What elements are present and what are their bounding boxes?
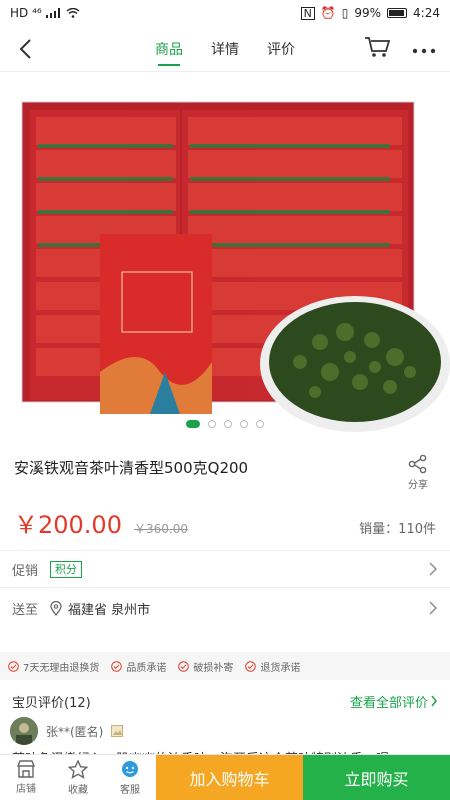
nfc-icon: N bbox=[300, 6, 315, 20]
carousel-dot[interactable] bbox=[186, 420, 200, 428]
customer-service-button[interactable]: 客服 bbox=[104, 755, 156, 800]
nav-actions bbox=[364, 36, 450, 62]
view-all-reviews-text: 查看全部评价 bbox=[349, 695, 428, 711]
reviews-title: 宝贝评价(12) bbox=[12, 695, 91, 711]
signal-icon bbox=[45, 8, 60, 18]
guarantee-item: 退货承诺 bbox=[245, 659, 300, 674]
guarantee-text: 7天无理由退换货 bbox=[23, 662, 100, 674]
favorite-label: 收藏 bbox=[68, 784, 88, 796]
share-button[interactable]: 分享 bbox=[400, 454, 436, 491]
promo-badge: 积分 bbox=[50, 560, 83, 578]
sales-count: 销量：110件 bbox=[359, 522, 436, 537]
nav-bar: 商品 详情 评价 bbox=[0, 26, 450, 72]
guarantee-item: 7天无理由退换货 bbox=[8, 659, 99, 674]
bottom-action-bar: 店铺 收藏 客服 加入购物车 立即购买 bbox=[0, 754, 450, 800]
carousel-dot[interactable] bbox=[208, 420, 216, 428]
check-circle-icon bbox=[8, 660, 19, 672]
add-to-cart-button[interactable]: 加入购物车 bbox=[156, 755, 303, 800]
reviews-header: 宝贝评价(12) 查看全部评价 bbox=[0, 686, 450, 716]
avatar bbox=[10, 717, 38, 745]
shop-label: 店铺 bbox=[16, 784, 36, 795]
cart-icon bbox=[365, 36, 391, 57]
guarantee-text: 退货承诺 bbox=[260, 662, 301, 674]
location-pin-icon bbox=[50, 600, 62, 616]
battery-icon bbox=[387, 8, 408, 18]
status-bar: HD ⁴⁶ N ⏰ ▯ 99% 4:24 bbox=[0, 0, 450, 26]
delivery-label: 送至 bbox=[12, 602, 39, 618]
guarantee-text: 破损补寄 bbox=[193, 662, 234, 674]
check-circle-icon bbox=[245, 660, 257, 672]
current-price: ￥200.00 bbox=[14, 511, 122, 539]
back-arrow-icon bbox=[19, 38, 31, 59]
signal-text: HD ⁴⁶ bbox=[10, 6, 42, 20]
product-title: 安溪铁观音茶叶清香型500克Q200 bbox=[14, 459, 249, 477]
status-left: HD ⁴⁶ bbox=[10, 6, 80, 20]
guarantees-bar[interactable]: 7天无理由退换货 品质承诺 破损补寄 退货承诺 bbox=[0, 652, 450, 680]
back-button[interactable] bbox=[0, 26, 50, 72]
tab-details[interactable]: 详情 bbox=[211, 26, 239, 72]
star-icon bbox=[68, 759, 88, 779]
carousel-dot[interactable] bbox=[224, 420, 232, 428]
battery-percent: 99% bbox=[354, 6, 382, 20]
cart-button[interactable] bbox=[364, 36, 391, 62]
vibrate-icon: ▯ bbox=[341, 6, 349, 20]
original-price: ￥360.00 bbox=[133, 522, 188, 536]
delivery-location-text: 福建省 泉州市 bbox=[68, 602, 151, 618]
customer-service-label: 客服 bbox=[120, 784, 140, 796]
delivery-row[interactable]: 送至 福建省 泉州市 bbox=[0, 588, 450, 628]
clock: 4:24 bbox=[413, 6, 440, 20]
guarantee-item: 破损补寄 bbox=[178, 659, 233, 674]
image-icon bbox=[111, 725, 124, 737]
chevron-right-icon bbox=[429, 601, 438, 615]
promo-row[interactable]: 促销 积分 bbox=[0, 551, 450, 587]
carousel-dots bbox=[186, 420, 264, 428]
share-icon bbox=[408, 454, 427, 474]
view-all-reviews-link[interactable]: 查看全部评价 bbox=[350, 692, 438, 711]
check-circle-icon bbox=[178, 660, 190, 672]
tab-goods[interactable]: 商品 bbox=[155, 26, 183, 72]
chevron-right-icon bbox=[431, 695, 437, 707]
promo-label: 促销 bbox=[12, 563, 39, 579]
chat-icon bbox=[122, 760, 138, 777]
carousel-dot[interactable] bbox=[240, 420, 248, 428]
favorite-button[interactable]: 收藏 bbox=[52, 755, 104, 800]
shop-button[interactable]: 店铺 bbox=[0, 755, 52, 800]
reviewer-row: 张**(匿名) bbox=[0, 716, 450, 746]
reviewer-name: 张**(匿名) bbox=[46, 724, 104, 739]
product-image-carousel[interactable] bbox=[0, 72, 450, 442]
chevron-right-icon bbox=[429, 562, 438, 576]
more-icon bbox=[412, 48, 436, 54]
buy-now-button[interactable]: 立即购买 bbox=[303, 755, 450, 800]
more-button[interactable] bbox=[412, 39, 436, 58]
alarm-icon: ⏰ bbox=[320, 6, 336, 20]
guarantee-text: 品质承诺 bbox=[126, 662, 167, 674]
wifi-icon bbox=[66, 8, 80, 18]
status-right: N ⏰ ▯ 99% 4:24 bbox=[300, 6, 440, 20]
check-circle-icon bbox=[111, 660, 123, 672]
carousel-dot[interactable] bbox=[256, 420, 264, 428]
share-label: 分享 bbox=[408, 480, 428, 491]
nav-tabs: 商品 详情 评价 bbox=[155, 26, 295, 72]
shop-icon bbox=[16, 760, 36, 778]
tab-reviews[interactable]: 评价 bbox=[267, 26, 295, 72]
price-row: ￥200.00 ￥360.00 销量：110件 bbox=[0, 491, 450, 550]
product-title-row: 安溪铁观音茶叶清香型500克Q200 分享 bbox=[0, 442, 450, 491]
guarantee-item: 品质承诺 bbox=[111, 659, 166, 674]
delivery-location: 福建省 泉州市 bbox=[50, 599, 150, 618]
product-image bbox=[21, 101, 450, 432]
